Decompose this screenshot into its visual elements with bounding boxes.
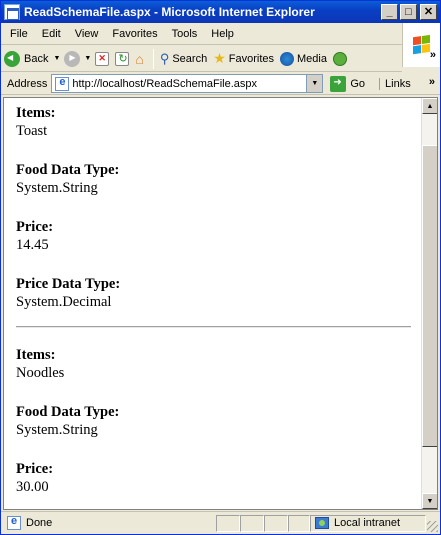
address-dropdown-button[interactable]: ▼	[306, 75, 323, 92]
title-bar[interactable]: ReadSchemaFile.aspx - Microsoft Internet…	[1, 1, 440, 23]
home-icon[interactable]: ⌂	[135, 51, 143, 67]
page-status-icon	[7, 515, 21, 530]
menu-edit[interactable]: Edit	[35, 28, 68, 40]
refresh-icon[interactable]	[115, 51, 130, 66]
intranet-zone-icon	[315, 517, 329, 529]
items-value: Toast	[16, 123, 48, 139]
favorites-button[interactable]: ★ Favorites	[210, 48, 277, 70]
media-button[interactable]: Media	[277, 48, 330, 70]
page-content: Items: Toast Food Data Type: System.Stri…	[3, 97, 438, 510]
history-button[interactable]	[330, 48, 350, 70]
stop-icon[interactable]	[95, 51, 110, 66]
price-value: 14.45	[16, 237, 49, 253]
security-zone[interactable]: Local intranet	[310, 514, 426, 532]
items-value: Noodles	[16, 365, 65, 381]
star-icon: ★	[213, 50, 226, 66]
address-label: Address	[7, 77, 48, 90]
menu-help[interactable]: Help	[204, 28, 241, 40]
zone-label: Local intranet	[334, 517, 401, 529]
search-icon: ⚲	[159, 50, 170, 66]
maximize-button[interactable]: □	[400, 4, 417, 20]
record: Items: Toast Food Data Type: System.Stri…	[16, 104, 411, 312]
price-label: Price:	[16, 219, 54, 235]
address-bar: Address http://localhost/ReadSchemaFile.…	[1, 73, 440, 95]
food-data-type-value: System.String	[16, 180, 98, 196]
scroll-thumb[interactable]	[422, 145, 437, 447]
items-label: Items:	[16, 105, 56, 121]
back-arrow-icon	[4, 50, 20, 67]
page-icon	[55, 76, 70, 91]
browser-window: ReadSchemaFile.aspx - Microsoft Internet…	[0, 0, 441, 535]
search-label: Search	[172, 52, 208, 65]
back-button[interactable]: Back	[1, 48, 51, 70]
status-pane	[240, 514, 264, 532]
status-bar: Done Local intranet	[1, 511, 440, 534]
price-value: 30.00	[16, 479, 49, 495]
menu-view[interactable]: View	[68, 28, 106, 40]
resize-grip[interactable]	[427, 521, 438, 532]
go-button[interactable]: Go	[330, 75, 366, 92]
windows-flag-icon	[412, 34, 431, 56]
media-icon	[280, 51, 295, 66]
toolbar-separator	[152, 48, 154, 69]
history-icon	[332, 51, 347, 66]
scroll-up-button[interactable]: ▲	[422, 98, 437, 114]
window-title: ReadSchemaFile.aspx - Microsoft Internet…	[24, 5, 315, 19]
forward-dropdown[interactable]: ▼	[84, 55, 91, 62]
links-button[interactable]: Links	[379, 77, 411, 90]
back-label: Back	[24, 52, 49, 65]
ie-page-icon	[4, 4, 20, 20]
price-label: Price:	[16, 461, 54, 477]
menu-file[interactable]: File	[1, 28, 35, 40]
price-data-type-label: Price Data Type:	[16, 276, 121, 292]
scroll-down-button[interactable]: ▼	[422, 493, 437, 509]
address-input[interactable]: http://localhost/ReadSchemaFile.aspx ▼	[51, 74, 324, 93]
food-data-type-label: Food Data Type:	[16, 404, 120, 420]
standard-toolbar: Back ▼ ▼ ⌂ ⚲ Search ★ Favorites Media	[1, 46, 402, 72]
food-data-type-label: Food Data Type:	[16, 162, 120, 178]
search-button[interactable]: ⚲ Search	[157, 48, 210, 70]
media-label: Media	[297, 52, 327, 65]
go-label: Go	[350, 77, 366, 90]
status-pane	[264, 514, 288, 532]
forward-arrow-icon[interactable]	[64, 50, 81, 67]
price-data-type-value: System.Decimal	[16, 294, 112, 310]
toolbar-overflow-button[interactable]: »	[430, 49, 436, 61]
menu-tools[interactable]: Tools	[165, 28, 205, 40]
go-arrow-icon	[330, 75, 347, 92]
minimize-button[interactable]: _	[381, 4, 398, 20]
record: Items: Noodles Food Data Type: System.St…	[16, 346, 411, 497]
items-label: Items:	[16, 347, 56, 363]
close-button[interactable]: ✕	[420, 4, 437, 20]
address-url[interactable]: http://localhost/ReadSchemaFile.aspx	[72, 78, 257, 90]
menu-favorites[interactable]: Favorites	[105, 28, 164, 40]
back-dropdown[interactable]: ▼	[53, 55, 60, 62]
vertical-scrollbar[interactable]: ▲ ▼	[421, 98, 437, 509]
status-pane	[288, 514, 310, 532]
links-overflow-button[interactable]: »	[429, 76, 435, 88]
document-body: Items: Toast Food Data Type: System.Stri…	[16, 104, 411, 497]
menu-bar: File Edit View Favorites Tools Help	[1, 23, 440, 45]
record-divider	[16, 326, 411, 328]
status-pane	[216, 514, 240, 532]
food-data-type-value: System.String	[16, 422, 98, 438]
favorites-label: Favorites	[228, 52, 275, 65]
status-text: Done	[26, 517, 53, 529]
